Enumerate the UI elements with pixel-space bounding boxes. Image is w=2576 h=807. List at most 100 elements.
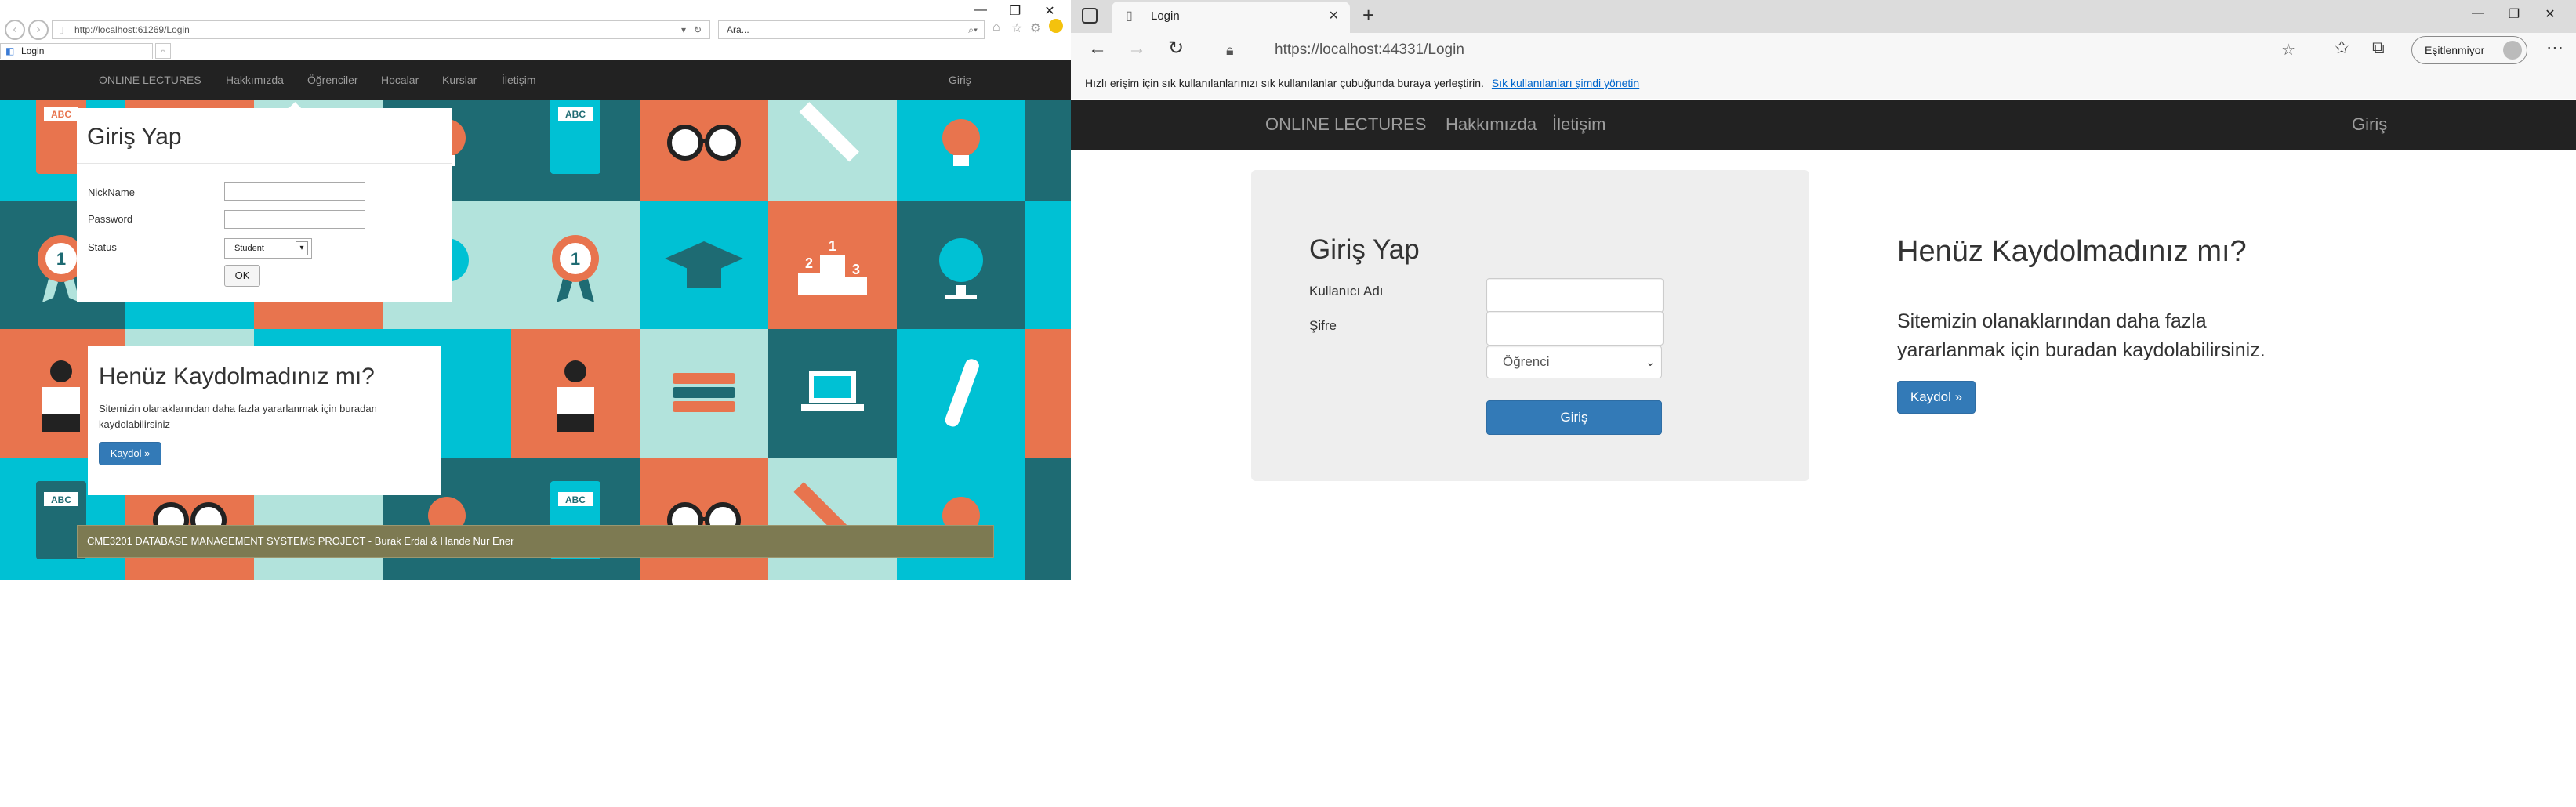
- svg-text:3: 3: [852, 262, 860, 277]
- left-register-text: Sitemizin olanaklarından daha fazla yara…: [99, 403, 377, 430]
- tab-page-icon: ◧: [5, 45, 15, 56]
- left-register-title: Henüz Kaydolmadınız mı?: [99, 364, 375, 389]
- nav-brand[interactable]: ONLINE LECTURES: [1265, 100, 1426, 150]
- chevron-down-icon[interactable]: ▾: [296, 241, 308, 255]
- tile-laptop: [768, 329, 897, 458]
- gear-icon[interactable]: ⚙: [1030, 20, 1041, 36]
- status-value: Student: [234, 244, 264, 253]
- right-close-button[interactable]: ✕: [2538, 6, 2562, 22]
- nav-iletisim[interactable]: İletişim: [1552, 100, 1605, 150]
- left-back-icon[interactable]: ‹: [5, 20, 25, 40]
- nickname-input[interactable]: [224, 182, 365, 201]
- right-register-title: Henüz Kaydolmadınız mı?: [1897, 235, 2247, 268]
- nickname-label: NickName: [88, 186, 135, 198]
- right-toolbar: ← → ↻ 🔒︎ https://localhost:44331/Login ☆…: [1071, 33, 2576, 67]
- role-value: Öğrenci: [1503, 354, 1550, 369]
- nav-ogrenciler[interactable]: Öğrenciler: [307, 60, 358, 100]
- new-tab-icon[interactable]: ▫: [155, 43, 171, 59]
- profile-button[interactable]: Eşitlenmiyor: [2411, 36, 2527, 64]
- left-minimize-button[interactable]: —: [969, 3, 992, 17]
- left-tab[interactable]: ◧ Login: [0, 43, 153, 59]
- svg-text:1: 1: [571, 249, 580, 269]
- left-search-box[interactable]: Ara... ⌕▾: [718, 20, 985, 39]
- refresh-icon[interactable]: ↻: [694, 21, 702, 38]
- username-input[interactable]: [1486, 278, 1664, 313]
- right-restore-button[interactable]: ❐: [2502, 6, 2526, 22]
- left-tab-title: Login: [21, 45, 45, 56]
- left-address-bar[interactable]: ▯ http://localhost:61269/Login ↻ ▾: [52, 20, 710, 39]
- svg-text:ABC: ABC: [51, 494, 71, 505]
- svg-text:ABC: ABC: [565, 109, 586, 120]
- nav-login[interactable]: Giriş: [949, 60, 971, 100]
- nav-brand[interactable]: ONLINE LECTURES: [99, 60, 201, 100]
- favorites-icon[interactable]: ✩: [2335, 38, 2349, 58]
- role-select[interactable]: Öğrenci ⌄: [1486, 346, 1662, 378]
- more-icon[interactable]: ⋯: [2546, 38, 2563, 58]
- forward-icon[interactable]: →: [1127, 38, 1146, 60]
- search-icon[interactable]: ⌕▾: [968, 21, 978, 38]
- left-close-button[interactable]: ✕: [1038, 3, 1061, 19]
- left-restore-button[interactable]: ❐: [1003, 3, 1027, 19]
- left-address-text: http://localhost:61269/Login: [74, 24, 190, 35]
- collections-icon[interactable]: ⧉: [2372, 38, 2385, 58]
- right-tab-title: Login: [1151, 9, 1180, 23]
- refresh-icon[interactable]: ↻: [1168, 37, 1184, 60]
- favorites-bar: Hızlı erişim için sık kullanılanlarınızı…: [1071, 67, 2576, 99]
- right-login-title: Giriş Yap: [1309, 234, 1420, 265]
- dropdown-icon[interactable]: ▾: [681, 21, 686, 38]
- profile-label: Eşitlenmiyor: [2425, 44, 2485, 56]
- tile-diploma-2: [897, 329, 1025, 458]
- right-browser-window: ▯ Login ✕ + — ❐ ✕ ← → ↻ 🔒︎ https://local…: [1071, 0, 2576, 807]
- left-register-button[interactable]: Kaydol »: [99, 442, 161, 465]
- right-address-text: https://localhost:44331/Login: [1275, 42, 1464, 58]
- right-register-button[interactable]: Kaydol »: [1897, 381, 1976, 414]
- left-register-card: Henüz Kaydolmadınız mı? Sitemizin olanak…: [88, 346, 441, 495]
- left-login-card: Giriş Yap NickName Password Status Stude…: [77, 108, 452, 302]
- nav-hakkimizda[interactable]: Hakkımızda: [226, 60, 284, 100]
- tile-edge-2: [1025, 201, 1071, 329]
- left-browser-window: — ❐ ✕ ‹ › ▯ http://localhost:61269/Login…: [0, 0, 1071, 580]
- right-minimize-button[interactable]: —: [2466, 6, 2490, 20]
- password-label: Password: [88, 213, 133, 225]
- left-forward-icon[interactable]: ›: [28, 20, 49, 40]
- nav-hocalar[interactable]: Hocalar: [381, 60, 419, 100]
- password-input[interactable]: [1486, 311, 1664, 346]
- favbar-text: Hızlı erişim için sık kullanılanlarınızı…: [1085, 77, 1484, 89]
- favorites-star-icon[interactable]: ☆: [1011, 20, 1022, 36]
- password-label: Şifre: [1309, 318, 1337, 333]
- password-input[interactable]: [224, 210, 365, 229]
- home-icon[interactable]: ⌂: [992, 20, 1000, 34]
- lock-icon: 🔒︎: [1226, 42, 1234, 58]
- tile-pencil-2: [768, 100, 897, 201]
- nav-hakkimizda[interactable]: Hakkımızda: [1446, 100, 1537, 150]
- svg-text:1: 1: [56, 249, 66, 269]
- status-label: Status: [88, 241, 117, 253]
- left-title-bar: — ❐ ✕ ‹ › ▯ http://localhost:61269/Login…: [0, 0, 1071, 59]
- right-login-card: Giriş Yap Kullanıcı Adı Şifre Öğrenci ⌄ …: [1251, 170, 1809, 481]
- tab-actions-icon[interactable]: [1082, 8, 1098, 24]
- login-submit-button[interactable]: Giriş: [1486, 400, 1662, 435]
- left-navbar: ONLINE LECTURES Hakkımızda Öğrenciler Ho…: [0, 60, 1071, 100]
- favbar-link[interactable]: Sık kullanılanları şimdi yönetin: [1492, 77, 1639, 89]
- tab-close-icon[interactable]: ✕: [1329, 2, 1339, 31]
- tile-edge: [1025, 100, 1071, 201]
- nav-kurslar[interactable]: Kurslar: [442, 60, 477, 100]
- right-address-bar[interactable]: 🔒︎ https://localhost:44331/Login ☆: [1212, 36, 2309, 64]
- divider: [77, 163, 452, 164]
- tile-glasses-2: [640, 100, 768, 201]
- right-navbar: ONLINE LECTURES Hakkımızda İletişim Giri…: [1071, 100, 2576, 150]
- ok-button[interactable]: OK: [224, 265, 260, 287]
- tab-page-icon: ▯: [1126, 9, 1133, 23]
- page-icon: ▯: [59, 24, 64, 35]
- status-select[interactable]: Student ▾: [224, 238, 312, 259]
- nav-iletisim[interactable]: İletişim: [502, 60, 536, 100]
- tile-lightbulb-2: [897, 100, 1025, 201]
- back-icon[interactable]: ←: [1088, 38, 1107, 60]
- new-tab-button[interactable]: +: [1362, 3, 1374, 27]
- add-favorite-icon[interactable]: ☆: [2281, 36, 2295, 64]
- smiley-icon[interactable]: [1049, 19, 1063, 33]
- nav-login[interactable]: Giriş: [2352, 100, 2387, 150]
- svg-text:1: 1: [829, 238, 836, 254]
- right-tab[interactable]: ▯ Login ✕: [1112, 2, 1350, 33]
- left-search-placeholder: Ara...: [727, 24, 749, 35]
